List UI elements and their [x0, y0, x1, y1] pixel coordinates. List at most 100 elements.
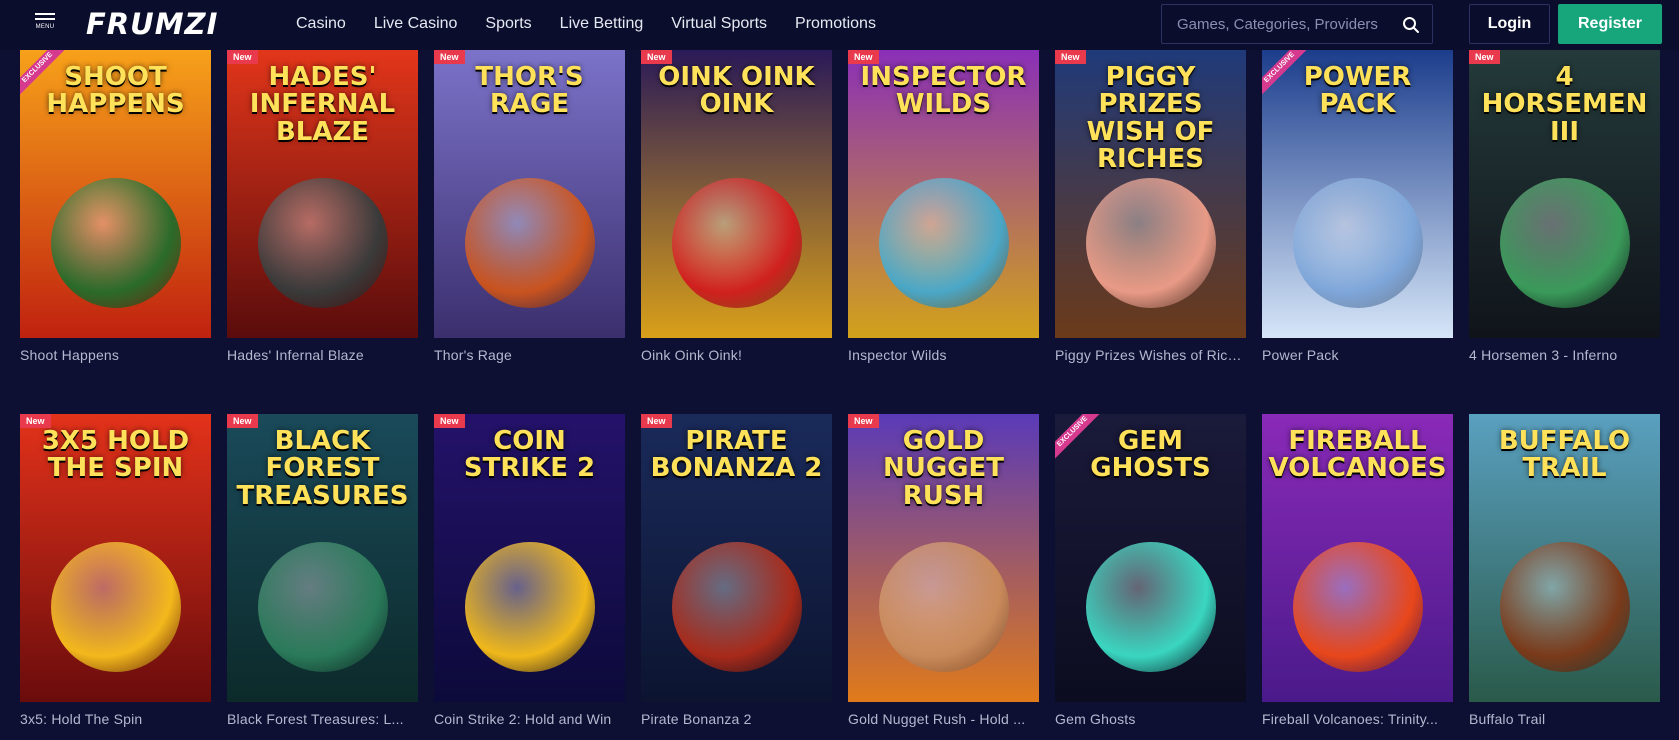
- game-artwork: [50, 178, 181, 308]
- game-tile[interactable]: GOLD NUGGET RUSH New Gold Nugget Rush - Ho…: [848, 414, 1039, 727]
- search-box[interactable]: [1161, 4, 1433, 44]
- register-button[interactable]: Register: [1558, 4, 1662, 44]
- game-thumbnail[interactable]: HADES' INFERNAL BLAZE New: [227, 50, 418, 338]
- new-badge: New: [20, 414, 51, 428]
- game-artwork: [671, 542, 802, 672]
- game-thumbnail[interactable]: GEM GHOSTS EXCLUSIVE: [1055, 414, 1246, 702]
- game-name[interactable]: Pirate Bonanza 2: [641, 711, 832, 727]
- game-art-title: 3X5 HOLD THE SPIN: [41, 426, 190, 484]
- game-name[interactable]: Thor's Rage: [434, 347, 625, 363]
- game-thumbnail[interactable]: BLACK FOREST TREASURES New: [227, 414, 418, 702]
- game-artwork: [1085, 178, 1216, 308]
- game-thumbnail[interactable]: PIRATE BONANZA 2 New: [641, 414, 832, 702]
- game-thumbnail[interactable]: 4 HORSEMEN III New: [1469, 50, 1660, 338]
- new-badge: New: [434, 50, 465, 64]
- game-thumbnail[interactable]: OINK OINK OINK New: [641, 50, 832, 338]
- game-thumbnail[interactable]: THOR'S RAGE New: [434, 50, 625, 338]
- login-button[interactable]: Login: [1469, 4, 1550, 44]
- game-tile[interactable]: GEM GHOSTS EXCLUSIVE Gem Ghosts: [1055, 414, 1246, 727]
- game-name[interactable]: Coin Strike 2: Hold and Win: [434, 711, 625, 727]
- game-thumbnail[interactable]: PIGGY PRIZES WISH OF RICHES New: [1055, 50, 1246, 338]
- game-tile[interactable]: SHOOT HAPPENS EXCLUSIVE Shoot Happens: [20, 50, 211, 363]
- game-tile[interactable]: HADES' INFERNAL BLAZE New Hades' Infernal …: [227, 50, 418, 363]
- game-artwork: [1292, 542, 1423, 672]
- game-artwork: [1085, 542, 1216, 672]
- game-name[interactable]: Buffalo Trail: [1469, 711, 1660, 727]
- game-thumbnail[interactable]: BUFFALO TRAIL: [1469, 414, 1660, 702]
- site-logo[interactable]: FRUMZI: [86, 7, 219, 41]
- main-nav: Casino Live Casino Sports Live Betting Virtu…: [296, 0, 904, 48]
- game-artwork: [464, 542, 595, 672]
- game-tile[interactable]: INSPECTOR WILDS New Inspector Wilds: [848, 50, 1039, 363]
- game-name[interactable]: 4 Horsemen 3 - Inferno: [1469, 347, 1660, 363]
- hamburger-icon-bar: [35, 18, 55, 20]
- hamburger-icon: [35, 13, 55, 15]
- game-name[interactable]: Shoot Happens: [20, 347, 211, 363]
- new-badge: New: [434, 414, 465, 428]
- logo-text: FRUMZI: [86, 7, 219, 41]
- game-tile[interactable]: PIRATE BONANZA 2 New Pirate Bonanza 2: [641, 414, 832, 727]
- game-art-title: SHOOT HAPPENS: [46, 62, 185, 120]
- game-thumbnail[interactable]: INSPECTOR WILDS New: [848, 50, 1039, 338]
- game-artwork: [50, 542, 181, 672]
- game-name[interactable]: Gold Nugget Rush - Hold ...: [848, 711, 1039, 727]
- game-tile[interactable]: 4 HORSEMEN III New 4 Horsemen 3 - Inferno: [1469, 50, 1660, 363]
- game-thumbnail[interactable]: SHOOT HAPPENS EXCLUSIVE: [20, 50, 211, 338]
- game-thumbnail[interactable]: COIN STRIKE 2 New: [434, 414, 625, 702]
- game-tile[interactable]: COIN STRIKE 2 New Coin Strike 2: Hold and …: [434, 414, 625, 727]
- game-art-title: POWER PACK: [1303, 62, 1412, 120]
- game-artwork: [1292, 178, 1423, 308]
- new-badge: New: [848, 50, 879, 64]
- game-art-title: BLACK FOREST TREASURES: [236, 426, 409, 511]
- game-tile[interactable]: OINK OINK OINK New Oink Oink Oink!: [641, 50, 832, 363]
- game-thumbnail[interactable]: 3X5 HOLD THE SPIN New: [20, 414, 211, 702]
- nav-item-virtual-sports[interactable]: Virtual Sports: [671, 15, 767, 33]
- new-badge: New: [641, 414, 672, 428]
- new-badge: New: [848, 414, 879, 428]
- game-art-title: INSPECTOR WILDS: [860, 62, 1027, 120]
- game-name[interactable]: 3x5: Hold The Spin: [20, 711, 211, 727]
- nav-item-live-casino[interactable]: Live Casino: [374, 15, 458, 33]
- game-thumbnail[interactable]: FIREBALL VOLCANOES: [1262, 414, 1453, 702]
- game-artwork: [1499, 542, 1630, 672]
- new-badge: New: [227, 414, 258, 428]
- nav-item-live-betting[interactable]: Live Betting: [560, 15, 644, 33]
- new-badge: New: [1055, 50, 1086, 64]
- game-artwork: [878, 542, 1009, 672]
- game-tile[interactable]: BLACK FOREST TREASURES New Black Forest Tr…: [227, 414, 418, 727]
- search-input[interactable]: [1162, 15, 1394, 33]
- game-name[interactable]: Fireball Volcanoes: Trinity...: [1262, 711, 1453, 727]
- game-name[interactable]: Hades' Infernal Blaze: [227, 347, 418, 363]
- game-tile[interactable]: PIGGY PRIZES WISH OF RICHES New Piggy Priz…: [1055, 50, 1246, 363]
- game-name[interactable]: Power Pack: [1262, 347, 1453, 363]
- game-name[interactable]: Piggy Prizes Wishes of Riches: [1055, 347, 1246, 363]
- search-icon[interactable]: [1402, 16, 1420, 34]
- game-art-title: PIRATE BONANZA 2: [650, 426, 823, 484]
- game-name[interactable]: Oink Oink Oink!: [641, 347, 832, 363]
- menu-label: MENU: [35, 24, 55, 30]
- new-badge: New: [1469, 50, 1500, 64]
- game-tile[interactable]: POWER PACK EXCLUSIVE Power Pack: [1262, 50, 1453, 363]
- game-name[interactable]: Black Forest Treasures: L...: [227, 711, 418, 727]
- game-tile[interactable]: THOR'S RAGE New Thor's Rage: [434, 50, 625, 363]
- game-name[interactable]: Gem Ghosts: [1055, 711, 1246, 727]
- game-art-title: BUFFALO TRAIL: [1498, 426, 1631, 484]
- game-art-title: PIGGY PRIZES WISH OF RICHES: [1086, 62, 1215, 174]
- game-thumbnail[interactable]: GOLD NUGGET RUSH New: [848, 414, 1039, 702]
- nav-item-promotions[interactable]: Promotions: [795, 15, 876, 33]
- game-art-title: COIN STRIKE 2: [463, 426, 596, 484]
- game-tile[interactable]: FIREBALL VOLCANOES Fireball Volcanoes: Tr…: [1262, 414, 1453, 727]
- game-tile[interactable]: 3X5 HOLD THE SPIN New 3x5: Hold The Spin: [20, 414, 211, 727]
- nav-item-sports[interactable]: Sports: [485, 15, 531, 33]
- game-art-title: 4 HORSEMEN III: [1481, 62, 1648, 147]
- game-tile[interactable]: BUFFALO TRAIL Buffalo Trail: [1469, 414, 1660, 727]
- game-name[interactable]: Inspector Wilds: [848, 347, 1039, 363]
- game-artwork: [878, 178, 1009, 308]
- menu-button[interactable]: MENU: [32, 13, 58, 39]
- game-artwork: [464, 178, 595, 308]
- game-art-title: HADES' INFERNAL BLAZE: [249, 62, 396, 147]
- game-artwork: [671, 178, 802, 308]
- game-thumbnail[interactable]: POWER PACK EXCLUSIVE: [1262, 50, 1453, 338]
- nav-item-casino[interactable]: Casino: [296, 15, 346, 33]
- game-artwork: [257, 178, 388, 308]
